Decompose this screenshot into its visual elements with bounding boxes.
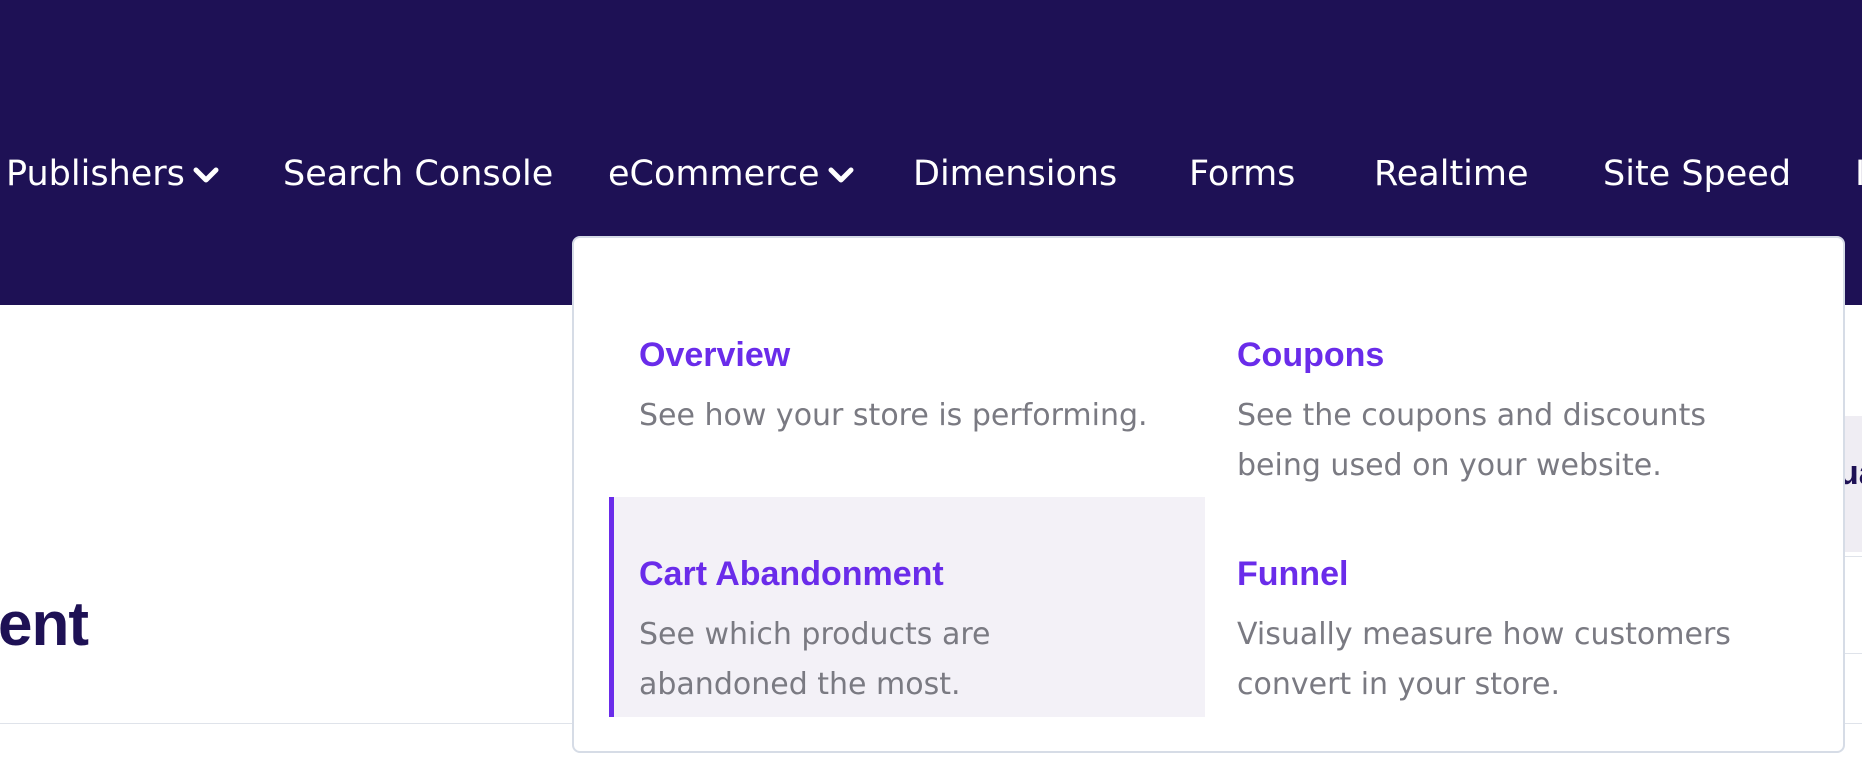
dropdown-item-funnel[interactable]: Funnel Visually measure how customers co… bbox=[1207, 497, 1803, 717]
dropdown-item-title: Coupons bbox=[1237, 336, 1385, 374]
dropdown-item-title: Funnel bbox=[1237, 555, 1349, 593]
page-title: ent bbox=[0, 590, 89, 659]
nav-item-label: Publishers bbox=[6, 154, 185, 194]
nav-item-label: Site Speed bbox=[1603, 154, 1792, 194]
nav-item-label: Forms bbox=[1189, 154, 1296, 194]
nav-item-publishers[interactable]: Publishers bbox=[6, 150, 219, 198]
nav-item-label: eCommerce bbox=[608, 154, 820, 194]
dropdown-item-coupons[interactable]: Coupons See the coupons and discounts be… bbox=[1207, 259, 1803, 483]
dropdown-item-cart-abandonment[interactable]: Cart Abandonment See which products are … bbox=[609, 497, 1205, 717]
ecommerce-dropdown-menu: Overview See how your store is performin… bbox=[572, 236, 1845, 753]
dropdown-item-title: Overview bbox=[639, 336, 791, 374]
dropdown-item-title: Cart Abandonment bbox=[639, 555, 944, 593]
chevron-down-icon bbox=[193, 166, 219, 184]
nav-item-dimensions[interactable]: Dimensions bbox=[913, 150, 1117, 198]
nav-item-truncated[interactable]: I bbox=[1855, 150, 1862, 198]
dropdown-item-description: Visually measure how customers convert i… bbox=[1237, 617, 1731, 702]
nav-item-ecommerce[interactable]: eCommerce bbox=[608, 150, 854, 198]
nav-item-search-console[interactable]: Search Console bbox=[283, 150, 553, 198]
nav-item-site-speed[interactable]: Site Speed bbox=[1603, 150, 1791, 198]
nav-item-label: I bbox=[1855, 154, 1862, 194]
nav-item-realtime[interactable]: Realtime bbox=[1374, 150, 1529, 198]
chevron-down-icon bbox=[828, 166, 854, 184]
dropdown-item-description: See the coupons and discounts being used… bbox=[1237, 398, 1706, 483]
dropdown-item-description: See which products are abandoned the mos… bbox=[639, 617, 991, 702]
nav-item-label: Dimensions bbox=[913, 154, 1118, 194]
dropdown-item-description: See how your store is performing. bbox=[639, 398, 1148, 433]
nav-item-forms[interactable]: Forms bbox=[1189, 150, 1295, 198]
dropdown-item-overview[interactable]: Overview See how your store is performin… bbox=[609, 259, 1205, 479]
nav-item-label: Search Console bbox=[283, 154, 554, 194]
nav-item-label: Realtime bbox=[1374, 154, 1529, 194]
